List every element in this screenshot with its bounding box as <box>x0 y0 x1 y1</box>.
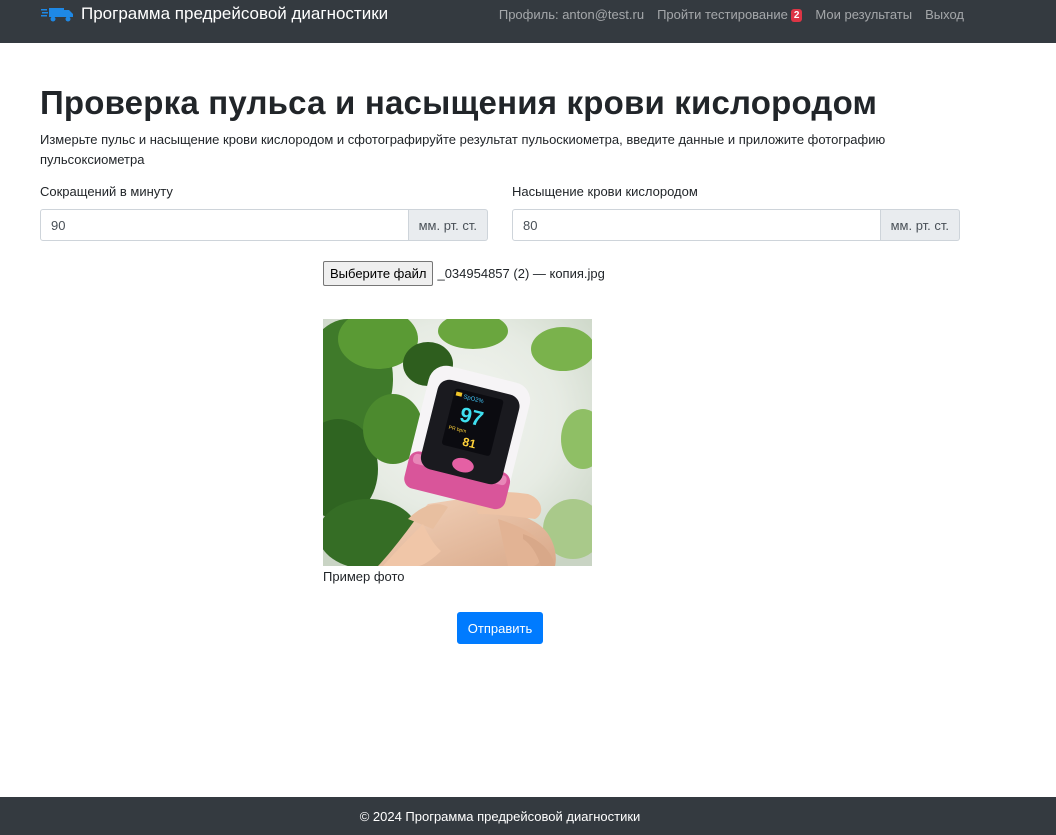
truck-icon <box>41 8 73 22</box>
navbar: Программа предрейсовой диагностики Профи… <box>0 0 1056 43</box>
pulse-input[interactable] <box>40 209 409 241</box>
page-title: Проверка пульса и насыщения крови кислор… <box>40 84 878 121</box>
oxygen-unit: мм. рт. ст. <box>880 209 960 241</box>
pulse-unit: мм. рт. ст. <box>408 209 488 241</box>
nav-links: Профиль: anton@test.ru Пройти тестирован… <box>486 7 964 22</box>
submit-button[interactable]: Отправить <box>457 612 543 644</box>
brand-link[interactable]: Программа предрейсовой диагностики <box>41 4 388 24</box>
nav-logout[interactable]: Выход <box>925 7 964 22</box>
photo-caption: Пример фото <box>323 569 405 584</box>
choose-file-button[interactable]: Выберите файл <box>323 261 434 286</box>
file-name: _034954857 (2) — копия.jpg <box>437 266 605 281</box>
nav-profile[interactable]: Профиль: anton@test.ru <box>499 7 644 22</box>
oxygen-group: Насыщение крови кислородом мм. рт. ст. <box>512 184 960 241</box>
nav-take-test[interactable]: Пройти тестирование 2 <box>657 7 803 22</box>
pulse-input-group: мм. рт. ст. <box>40 209 488 241</box>
file-upload: Выберите файл _034954857 (2) — копия.jpg <box>323 261 605 286</box>
oxygen-label: Насыщение крови кислородом <box>512 184 698 199</box>
oxygen-input[interactable] <box>512 209 881 241</box>
nav-my-results[interactable]: Мои результаты <box>815 7 912 22</box>
footer: © 2024 Программа предрейсовой диагностик… <box>0 797 1056 835</box>
oxygen-input-group: мм. рт. ст. <box>512 209 960 241</box>
pulse-oximeter-example-photo: SpO2% 97 PR bpm 81 <box>323 319 592 566</box>
page-description: Измерьте пульс и насыщение крови кислоро… <box>40 132 886 167</box>
brand-title: Программа предрейсовой диагностики <box>81 4 389 23</box>
nav-take-test-label: Пройти тестирование <box>657 7 788 22</box>
test-count-badge: 2 <box>790 9 803 22</box>
pulse-group: Сокращений в минуту мм. рт. ст. <box>40 184 488 241</box>
pulse-label: Сокращений в минуту <box>40 184 173 199</box>
footer-copyright: © 2024 Программа предрейсовой диагностик… <box>359 808 641 824</box>
